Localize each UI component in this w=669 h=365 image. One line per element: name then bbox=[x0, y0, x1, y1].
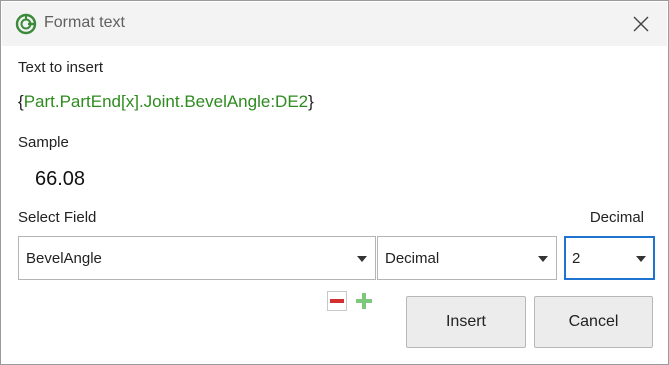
format-text-dialog: Format text Text to insert {Part.PartEnd… bbox=[0, 0, 669, 365]
dialog-title: Format text bbox=[44, 14, 125, 31]
format-expression: {Part.PartEnd[x].Joint.BevelAngle:DE2} bbox=[18, 92, 314, 112]
format-type-value: Decimal bbox=[385, 250, 440, 267]
insert-button[interactable]: Insert bbox=[406, 296, 526, 348]
format-type-select[interactable]: Decimal bbox=[377, 236, 557, 280]
decimal-select[interactable]: 2 bbox=[564, 236, 655, 280]
title-bar: Format text bbox=[2, 2, 667, 46]
decimal-select-value: 2 bbox=[572, 250, 581, 267]
chevron-down-icon bbox=[357, 256, 367, 262]
select-field-label: Select Field bbox=[18, 209, 97, 226]
cancel-button[interactable]: Cancel bbox=[534, 296, 653, 348]
sample-value: 66.08 bbox=[35, 168, 86, 190]
close-brace: } bbox=[308, 92, 314, 111]
chevron-down-icon bbox=[636, 256, 646, 262]
app-logo-icon bbox=[15, 13, 37, 35]
minus-icon[interactable] bbox=[327, 291, 347, 311]
text-to-insert-label: Text to insert bbox=[18, 59, 104, 76]
chevron-down-icon bbox=[538, 256, 548, 262]
field-select[interactable]: BevelAngle bbox=[18, 236, 376, 280]
field-select-value: BevelAngle bbox=[26, 250, 102, 267]
plus-icon[interactable] bbox=[354, 291, 374, 311]
decimal-label: Decimal bbox=[589, 209, 644, 226]
close-icon[interactable] bbox=[629, 12, 653, 36]
sample-label: Sample bbox=[18, 134, 69, 151]
expression-text: Part.PartEnd[x].Joint.BevelAngle:DE2 bbox=[23, 92, 309, 111]
